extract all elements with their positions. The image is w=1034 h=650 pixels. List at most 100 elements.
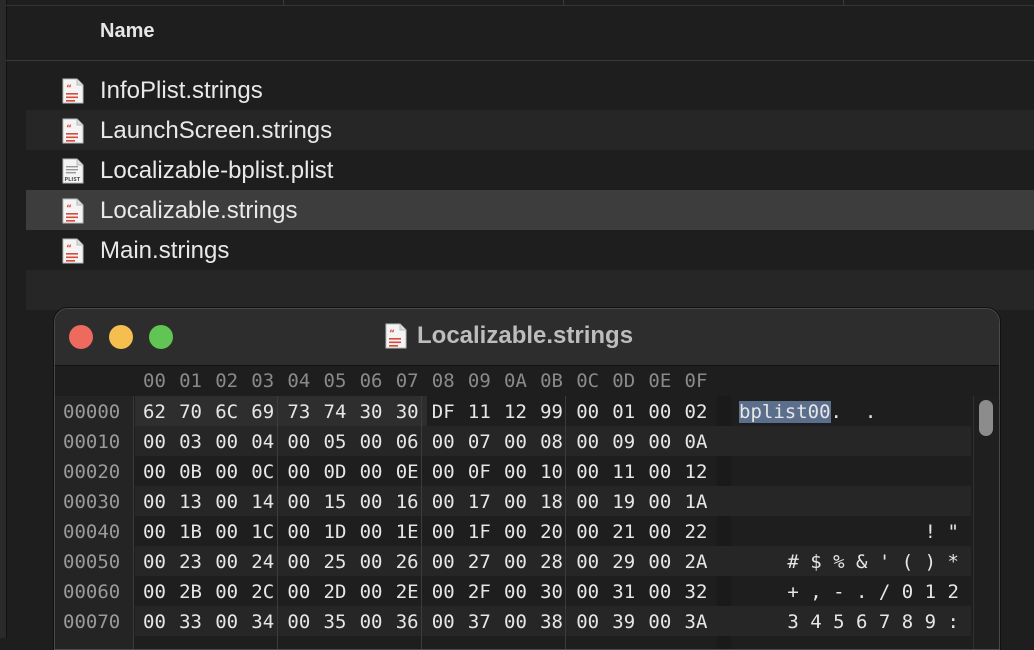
hex-byte[interactable]: 00 <box>432 521 455 543</box>
hex-byte[interactable]: 00 <box>143 521 166 543</box>
zoom-button[interactable] <box>149 325 173 349</box>
hex-byte[interactable]: 6C <box>215 401 238 423</box>
file-row[interactable]: “ InfoPlist.strings <box>26 70 1034 110</box>
hex-byte[interactable]: 38 <box>540 611 563 633</box>
hex-byte[interactable]: 00 <box>287 521 310 543</box>
hex-byte[interactable]: 00 <box>576 491 599 513</box>
hex-byte[interactable]: 20 <box>540 521 563 543</box>
hex-byte[interactable]: 0B <box>179 461 202 483</box>
hex-byte[interactable]: 28 <box>540 551 563 573</box>
hex-row[interactable]: 00050 00 23 00 24 00 25 00 26 00 27 00 28 00 29 00 2A # $… <box>55 546 999 576</box>
hex-byte[interactable]: 19 <box>612 491 635 513</box>
hex-byte[interactable]: 73 <box>287 401 310 423</box>
hex-byte[interactable]: 00 <box>215 551 238 573</box>
close-button[interactable] <box>69 325 93 349</box>
hex-row[interactable]: 00070 00 33 00 34 00 35 00 36 00 37 00 38 00 39 00 3A 3 4… <box>55 606 999 636</box>
hex-byte[interactable]: 00 <box>648 491 671 513</box>
hex-byte[interactable]: 00 <box>287 491 310 513</box>
hex-byte[interactable]: 12 <box>685 461 708 483</box>
hex-byte[interactable]: 11 <box>468 401 491 423</box>
hex-byte[interactable]: 00 <box>360 431 383 453</box>
hex-byte[interactable]: 37 <box>468 611 491 633</box>
hex-byte[interactable]: 15 <box>324 491 347 513</box>
file-row[interactable]: “ Main.strings <box>26 230 1034 270</box>
hex-byte[interactable]: 00 <box>360 551 383 573</box>
hex-byte[interactable]: 3A <box>685 611 708 633</box>
hex-row[interactable]: 00010 00 03 00 04 00 05 00 06 00 07 00 08 00 09 00 0A <box>55 426 999 456</box>
hex-byte[interactable]: 74 <box>324 401 347 423</box>
hex-byte[interactable]: 00 <box>432 581 455 603</box>
hex-byte[interactable]: 00 <box>143 611 166 633</box>
minimize-button[interactable] <box>109 325 133 349</box>
hex-byte[interactable]: 00 <box>432 461 455 483</box>
hex-byte[interactable]: 30 <box>540 581 563 603</box>
hex-byte[interactable]: 13 <box>179 491 202 513</box>
hex-byte[interactable]: 05 <box>324 431 347 453</box>
hex-byte[interactable]: 2A <box>685 551 708 573</box>
hex-byte[interactable]: 00 <box>576 401 599 423</box>
hex-byte[interactable]: 00 <box>360 581 383 603</box>
hex-row[interactable]: 00030 00 13 00 14 00 15 00 16 00 17 00 18 00 19 00 1A <box>55 486 999 516</box>
hex-byte[interactable]: 00 <box>504 431 527 453</box>
hex-byte[interactable]: 00 <box>143 491 166 513</box>
hex-byte[interactable]: 1A <box>685 491 708 513</box>
file-row[interactable]: PLIST Localizable-bplist.plist <box>26 150 1034 190</box>
hex-byte[interactable]: 00 <box>576 461 599 483</box>
hex-byte[interactable]: 00 <box>215 431 238 453</box>
hex-byte[interactable]: 16 <box>396 491 419 513</box>
ascii-text[interactable]: # $ % & ' ( ) * <box>787 551 959 573</box>
hex-byte[interactable]: 00 <box>576 521 599 543</box>
hex-byte[interactable]: 29 <box>612 551 635 573</box>
hex-byte[interactable]: 00 <box>215 521 238 543</box>
hex-byte[interactable]: 01 <box>612 401 635 423</box>
hex-byte[interactable]: 00 <box>504 461 527 483</box>
name-column-header[interactable]: Name <box>100 20 154 43</box>
hex-byte[interactable]: 00 <box>504 521 527 543</box>
hex-byte[interactable]: 0E <box>396 461 419 483</box>
hex-byte[interactable]: 1C <box>251 521 274 543</box>
hex-byte[interactable]: 30 <box>360 401 383 423</box>
hex-byte[interactable]: 36 <box>396 611 419 633</box>
hex-byte[interactable]: 0A <box>685 431 708 453</box>
hex-byte[interactable]: 00 <box>648 401 671 423</box>
hex-byte[interactable]: 00 <box>360 491 383 513</box>
hex-byte[interactable]: 00 <box>504 611 527 633</box>
hex-byte[interactable]: 00 <box>576 431 599 453</box>
hex-byte[interactable]: 2D <box>324 581 347 603</box>
hex-byte[interactable]: 24 <box>251 551 274 573</box>
scrollbar-thumb[interactable] <box>979 400 993 436</box>
hex-byte[interactable]: 31 <box>612 581 635 603</box>
window-titlebar[interactable]: “ Localizable.strings <box>55 309 999 366</box>
hex-byte[interactable]: 30 <box>396 401 419 423</box>
hex-byte[interactable]: 00 <box>287 431 310 453</box>
hex-byte[interactable]: 00 <box>648 611 671 633</box>
hex-byte[interactable]: 18 <box>540 491 563 513</box>
hex-byte[interactable]: 14 <box>251 491 274 513</box>
hex-byte[interactable]: 00 <box>648 431 671 453</box>
hex-byte[interactable]: 00 <box>432 431 455 453</box>
hex-byte[interactable]: 22 <box>685 521 708 543</box>
hex-byte[interactable]: 00 <box>576 611 599 633</box>
hex-byte[interactable]: 1E <box>396 521 419 543</box>
hex-byte[interactable]: 04 <box>251 431 274 453</box>
hex-byte[interactable]: 2C <box>251 581 274 603</box>
hex-byte[interactable]: 27 <box>468 551 491 573</box>
hex-byte[interactable]: 0C <box>251 461 274 483</box>
hex-byte[interactable]: 10 <box>540 461 563 483</box>
hex-byte[interactable]: 00 <box>143 431 166 453</box>
file-row[interactable]: “ Localizable.strings <box>26 190 1034 230</box>
hex-byte[interactable]: 00 <box>215 611 238 633</box>
hex-byte[interactable]: 1F <box>468 521 491 543</box>
hex-byte[interactable]: 02 <box>685 401 708 423</box>
hex-byte[interactable]: 00 <box>143 581 166 603</box>
hex-byte[interactable]: 2F <box>468 581 491 603</box>
hex-byte[interactable]: 00 <box>432 611 455 633</box>
hex-byte[interactable]: 17 <box>468 491 491 513</box>
hex-byte[interactable]: 00 <box>143 551 166 573</box>
hex-byte[interactable]: 62 <box>143 401 166 423</box>
hex-byte[interactable]: 00 <box>648 461 671 483</box>
hex-byte[interactable]: 00 <box>648 551 671 573</box>
hex-byte[interactable]: 03 <box>179 431 202 453</box>
hex-byte[interactable]: 70 <box>179 401 202 423</box>
hex-byte[interactable]: DF <box>432 401 455 423</box>
